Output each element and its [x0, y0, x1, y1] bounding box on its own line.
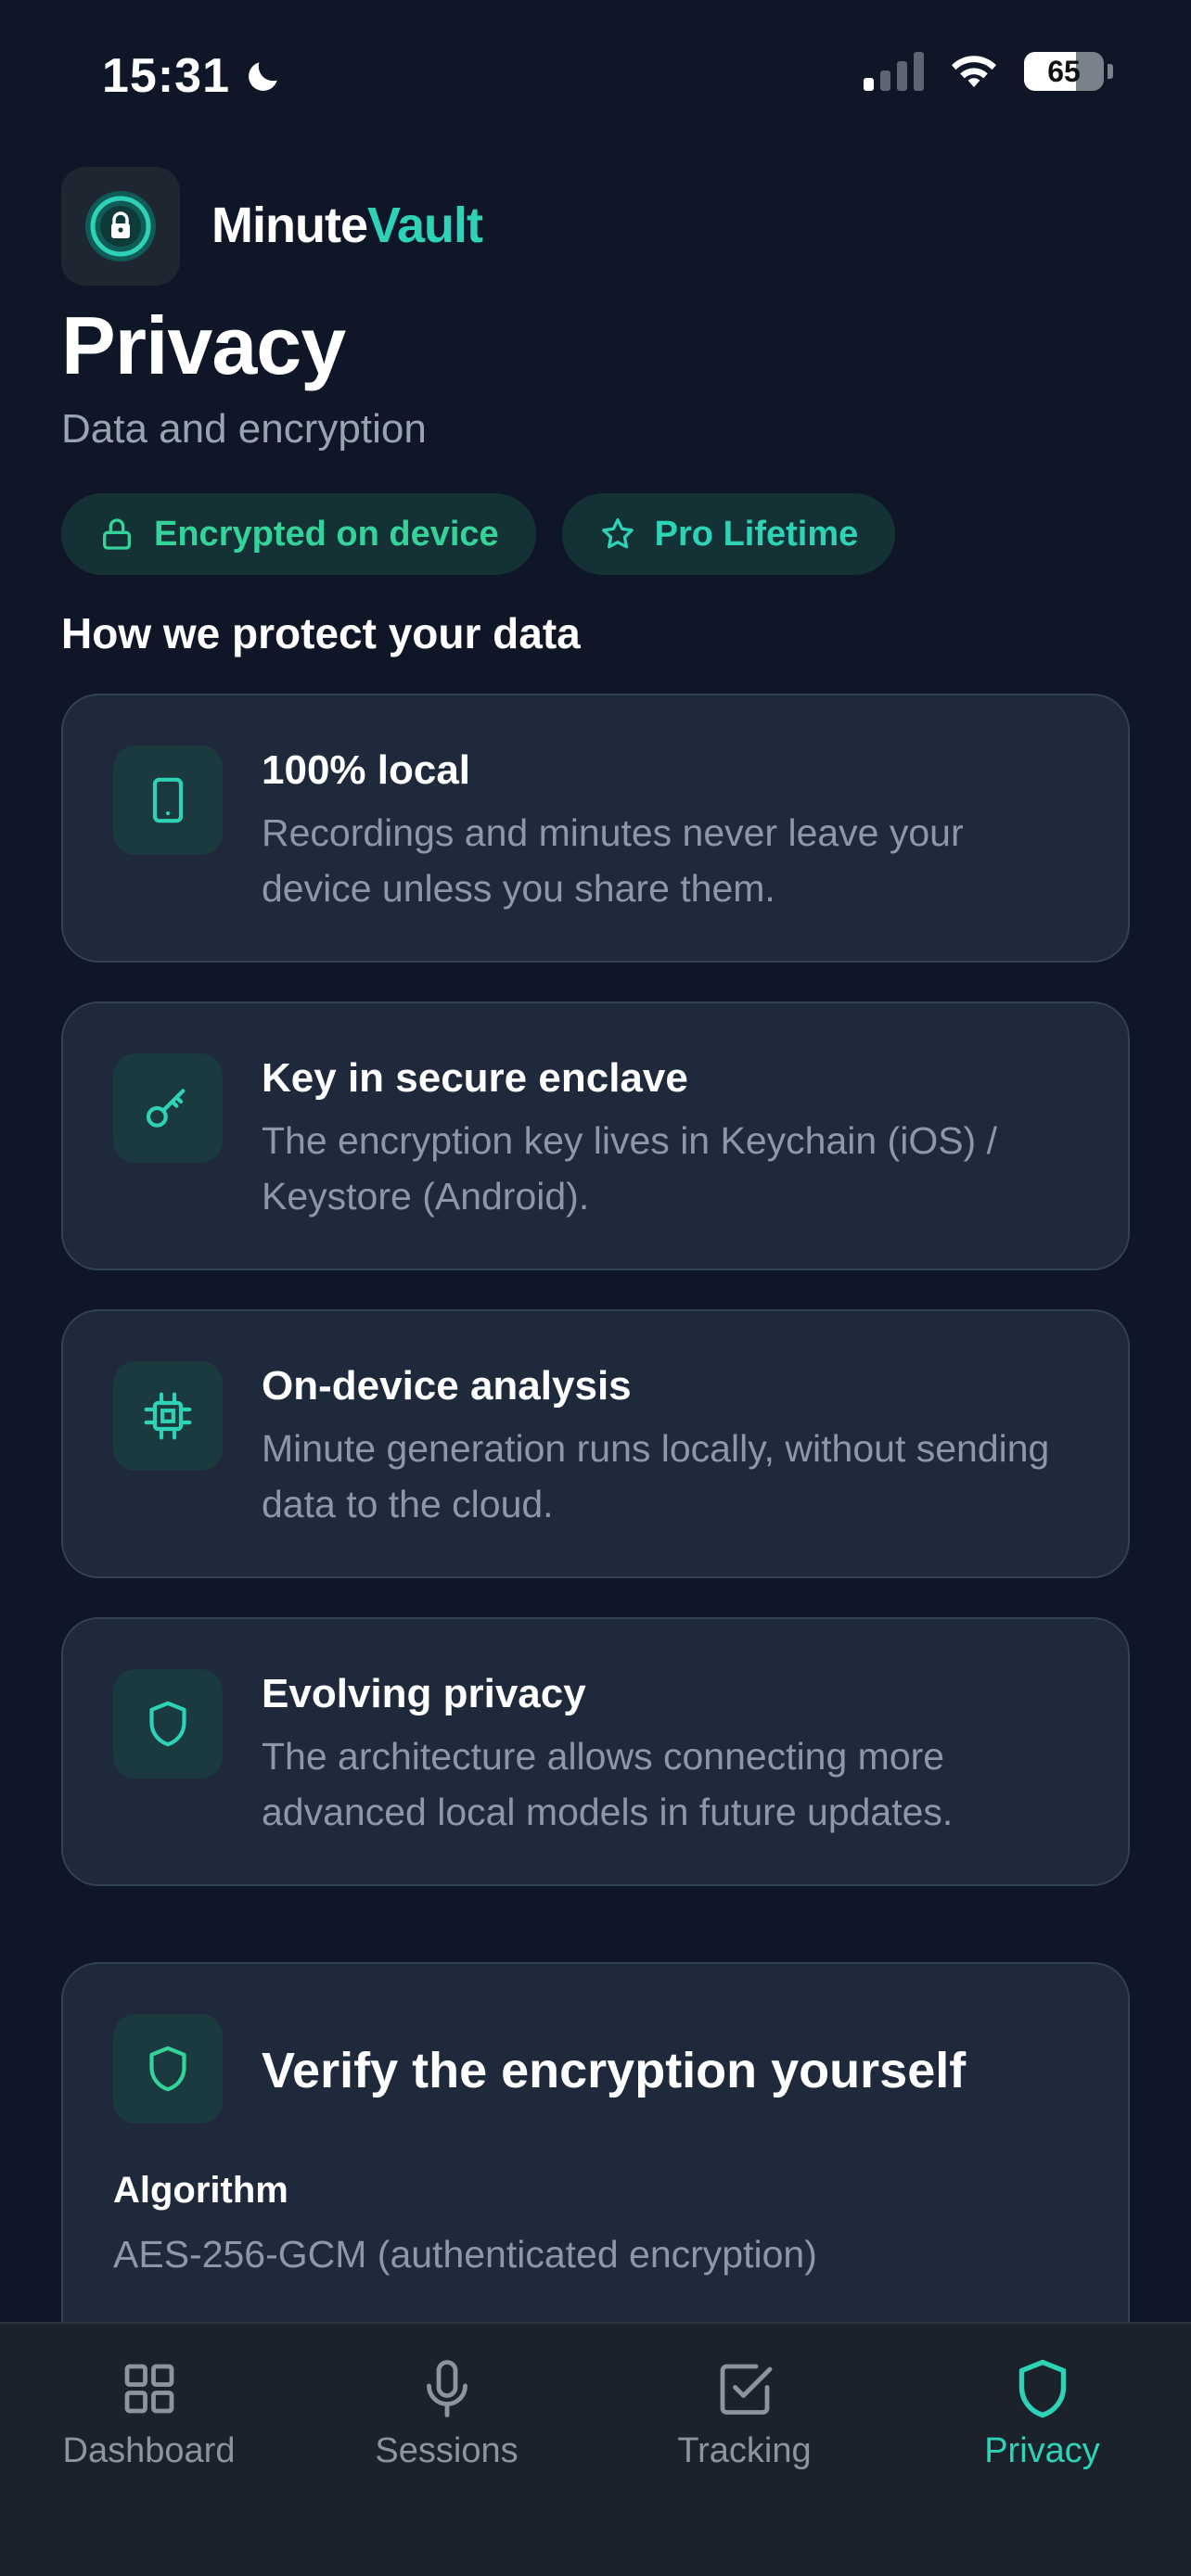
- badge-label: Pro Lifetime: [654, 514, 859, 554]
- time-text: 15:31: [102, 49, 230, 103]
- encrypted-badge: Encrypted on device: [61, 493, 536, 575]
- feature-icon-box: [113, 746, 223, 855]
- checkbox-icon: [720, 2364, 772, 2415]
- tab-label: Sessions: [375, 2431, 519, 2470]
- grid-icon: [124, 2364, 173, 2414]
- shield-icon: [149, 2046, 186, 2092]
- pro-lifetime-badge: Pro Lifetime: [561, 493, 896, 575]
- feature-title: 100% local: [262, 747, 471, 793]
- verify-title: Verify the encryption yourself: [262, 2043, 967, 2098]
- page-subtitle: Data and encryption: [61, 406, 427, 452]
- feature-description: Recordings and minutes never leave your …: [262, 811, 964, 910]
- section-title: How we protect your data: [61, 609, 581, 657]
- status-bar-time: 15:31: [102, 48, 284, 104]
- feature-description: The encryption key lives in Keychain (iO…: [262, 1119, 997, 1218]
- shield-icon: [1018, 2359, 1066, 2418]
- star-icon: [601, 518, 634, 549]
- phone-icon: [152, 777, 184, 823]
- tab-label: Tracking: [677, 2431, 812, 2470]
- cellular-signal-icon: [864, 52, 924, 91]
- moon-icon: [249, 62, 277, 91]
- feature-title: On-device analysis: [262, 1363, 632, 1409]
- feature-icon-box: [113, 1669, 223, 1779]
- tab-label: Dashboard: [62, 2431, 236, 2470]
- algorithm-label: Algorithm: [113, 2170, 288, 2211]
- shield-icon: [149, 1701, 186, 1747]
- battery-icon: 65: [1024, 52, 1104, 91]
- feature-card-secure-enclave: Key in secure enclave The encryption key…: [61, 1001, 1130, 1270]
- status-badges: Encrypted on device Pro Lifetime: [61, 493, 896, 575]
- bottom-tab-bar: Dashboard Sessions Tracking Privacy: [0, 2322, 1191, 2576]
- feature-card-evolving-privacy: Evolving privacy The architecture allows…: [61, 1617, 1130, 1886]
- app-brand-name: MinuteVault: [211, 198, 483, 253]
- feature-title: Evolving privacy: [262, 1671, 586, 1716]
- privacy-screen: 15:31 65 MinuteVault Privacy Data and en…: [0, 0, 1191, 2576]
- tab-sessions[interactable]: Sessions: [298, 2324, 596, 2576]
- tab-dashboard[interactable]: Dashboard: [0, 2324, 298, 2576]
- algorithm-value: AES-256-GCM (authenticated encryption): [113, 2233, 817, 2276]
- app-logo: [61, 167, 180, 286]
- feature-icon-box: [113, 1361, 223, 1471]
- wifi-icon: [952, 56, 996, 87]
- tab-privacy[interactable]: Privacy: [893, 2324, 1191, 2576]
- battery-percent: 65: [1047, 54, 1081, 88]
- feature-icon-box: [113, 1053, 223, 1163]
- feature-card-local: 100% local Recordings and minutes never …: [61, 694, 1130, 963]
- microphone-icon: [426, 2360, 467, 2417]
- feature-description: The architecture allows connecting more …: [262, 1735, 954, 1833]
- status-bar-indicators: 65: [864, 52, 1113, 91]
- feature-title: Key in secure enclave: [262, 1055, 688, 1101]
- verify-icon-box: [113, 2014, 223, 2123]
- chip-icon: [144, 1392, 192, 1440]
- battery-cap: [1108, 64, 1113, 79]
- lock-logo-icon: [85, 191, 156, 261]
- feature-card-on-device-analysis: On-device analysis Minute generation run…: [61, 1309, 1130, 1578]
- tab-tracking[interactable]: Tracking: [596, 2324, 893, 2576]
- badge-label: Encrypted on device: [154, 514, 499, 554]
- key-icon: [146, 1089, 186, 1128]
- lock-icon: [103, 518, 131, 550]
- tab-label: Privacy: [984, 2431, 1100, 2470]
- page-title: Privacy: [61, 300, 346, 391]
- feature-description: Minute generation runs locally, without …: [262, 1427, 1050, 1525]
